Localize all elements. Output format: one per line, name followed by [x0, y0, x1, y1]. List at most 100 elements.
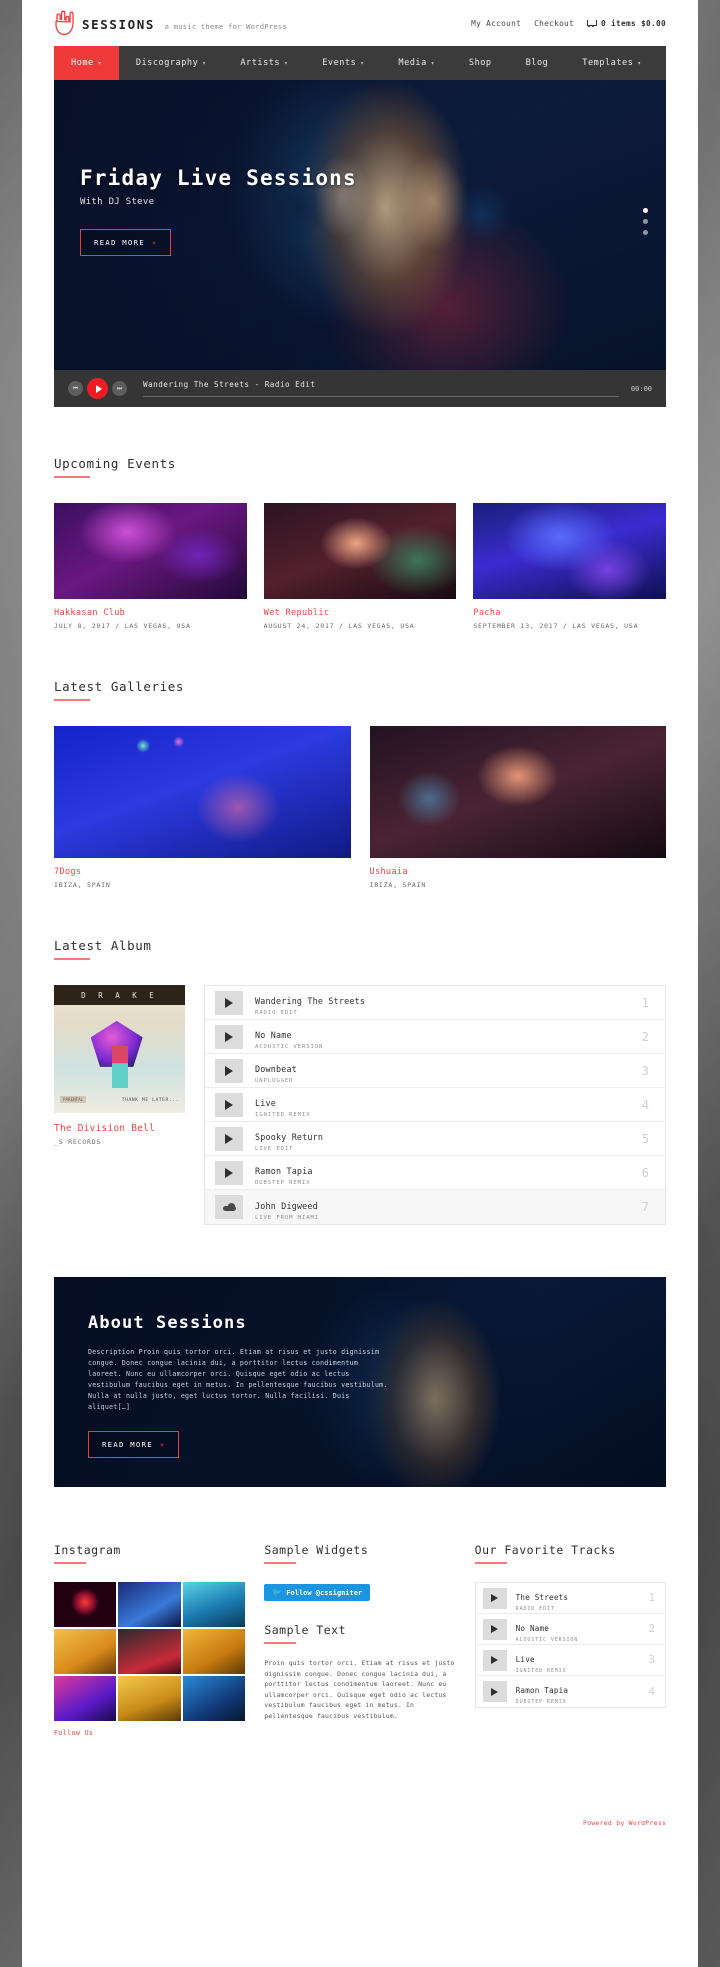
play-icon[interactable] — [482, 1649, 507, 1671]
nav-item-home[interactable]: Home ▾ — [54, 46, 119, 80]
play-icon[interactable] — [215, 1024, 243, 1049]
track-row[interactable]: Live IGNITED REMIX 4 — [205, 1088, 665, 1122]
nav-item-artists[interactable]: Artists ▾ — [223, 46, 305, 80]
chevron-down-icon: ▾ — [430, 59, 435, 67]
instagram-thumb[interactable] — [182, 1582, 246, 1627]
widget-title-favorites: Our Favorite Tracks — [474, 1543, 616, 1564]
play-icon[interactable] — [87, 378, 108, 399]
chevron-down-icon: ▾ — [284, 59, 289, 67]
play-icon[interactable] — [215, 990, 243, 1015]
about-content: About Sessions Description Proin quis to… — [88, 1313, 388, 1458]
event-card[interactable]: Hakkasan Club JULY 8, 2017 / LAS VEGAS, … — [54, 503, 247, 630]
gallery-card[interactable]: Ushuaia IBIZA, SPAIN — [369, 726, 667, 889]
track-number: 4 — [648, 1685, 655, 1698]
footer-credit[interactable]: Powered by WordPress — [583, 1819, 666, 1827]
album-cover-image[interactable]: D R A K E PARENTAL THANK ME LATER... — [54, 985, 185, 1113]
nav-item-media[interactable]: Media ▾ — [381, 46, 452, 80]
hero-dot-3[interactable] — [643, 230, 648, 235]
galleries-grid: 7Dogs IBIZA, SPAIN Ushuaia IBIZA, SPAIN — [54, 726, 666, 889]
track-row[interactable]: Downbeat UNPLUGGED 3 — [205, 1054, 665, 1088]
gallery-name[interactable]: Ushuaia — [370, 867, 667, 877]
event-name[interactable]: Pacha — [473, 608, 666, 618]
instagram-grid — [54, 1582, 246, 1721]
event-meta: SEPTEMBER 13, 2017 / LAS VEGAS, USA — [473, 622, 639, 630]
track-row[interactable]: No Name ACOUSTIC VERSION 2 — [205, 1020, 665, 1054]
section-title-galleries: Latest Galleries — [54, 679, 184, 701]
soundcloud-icon[interactable] — [215, 1195, 243, 1219]
chevron-down-icon: ▾ — [202, 59, 207, 67]
track-name: Wandering The Streets — [255, 996, 366, 1006]
play-icon[interactable] — [482, 1587, 507, 1609]
section-title-events: Upcoming Events — [54, 456, 176, 478]
skip-forward-icon[interactable]: ⏭ — [112, 381, 127, 396]
instagram-thumb[interactable] — [54, 1629, 117, 1674]
link-my-account[interactable]: My Account — [471, 19, 521, 28]
track-version: DUBSTEP REMIX — [515, 1699, 567, 1705]
track-number: 4 — [641, 1097, 649, 1112]
brand-tagline: a music theme for WordPress — [164, 21, 287, 31]
favorite-track-row[interactable]: The Streets RADIO EDIT 1 — [475, 1583, 665, 1614]
instagram-thumb[interactable] — [54, 1582, 117, 1627]
nav-label: Artists — [240, 58, 281, 68]
player-progress-bar[interactable] — [143, 396, 619, 397]
hero-title: Friday Live Sessions — [80, 166, 357, 190]
hero-slider[interactable]: Friday Live Sessions With DJ Steve READ … — [54, 80, 666, 370]
nav-item-templates[interactable]: Templates ▾ — [565, 46, 658, 80]
album-row: D R A K E PARENTAL THANK ME LATER... The… — [54, 985, 666, 1225]
nav-label: Discography — [135, 58, 199, 68]
play-icon[interactable] — [482, 1681, 507, 1702]
nav-item-shop[interactable]: Shop — [452, 46, 509, 80]
event-name[interactable]: Wet Republic — [264, 608, 457, 618]
track-row[interactable]: Spooky Return LIVE EDIT 5 — [205, 1122, 665, 1156]
about-read-more-button[interactable]: READ MORE » — [88, 1431, 180, 1458]
track-number: 2 — [648, 1623, 655, 1635]
cart-summary[interactable]: 0 items $0.00 — [587, 19, 666, 28]
hero-dot-2[interactable] — [643, 219, 648, 224]
play-icon[interactable] — [215, 1160, 243, 1185]
link-checkout[interactable]: Checkout — [534, 19, 574, 28]
site-logo[interactable]: SESSIONS a music theme for WordPress — [54, 10, 287, 36]
instagram-thumb[interactable] — [182, 1676, 246, 1721]
track-row[interactable]: Ramon Tapia DUBSTEP REMIX 6 — [205, 1156, 665, 1190]
play-icon[interactable] — [215, 1126, 243, 1151]
skip-back-icon[interactable]: ⏮ — [68, 381, 83, 396]
instagram-thumb[interactable] — [182, 1629, 246, 1674]
event-image — [473, 503, 667, 599]
hero-dot-1[interactable] — [643, 208, 648, 213]
instagram-thumb[interactable] — [118, 1582, 181, 1627]
favorites-tracklist: The Streets RADIO EDIT 1 No Name ACOUSTI… — [474, 1582, 666, 1708]
gallery-meta: IBIZA, SPAIN — [54, 881, 111, 889]
track-name: The Streets — [515, 1592, 569, 1602]
twitter-bird-icon: 🐦 — [272, 1588, 283, 1597]
play-icon[interactable] — [215, 1092, 243, 1117]
arrow-right-icon: » — [151, 238, 158, 247]
play-icon[interactable] — [482, 1618, 507, 1640]
track-row[interactable]: Wandering The Streets RADIO EDIT 1 — [205, 986, 665, 1020]
nav-item-blog[interactable]: Blog — [509, 46, 566, 80]
hero-pagination[interactable] — [643, 208, 648, 235]
event-name[interactable]: Hakkasan Club — [54, 608, 247, 618]
favorite-track-row[interactable]: Live IGNITED REMIX 3 — [475, 1645, 665, 1676]
instagram-thumb[interactable] — [54, 1676, 117, 1721]
nav-item-events[interactable]: Events ▾ — [305, 46, 381, 80]
twitter-follow-button[interactable]: 🐦 Follow @cssigniter — [264, 1584, 371, 1601]
audio-player[interactable]: ⏮ ⏭ Wandering The Streets - Radio Edit 0… — [54, 370, 666, 407]
play-icon[interactable] — [215, 1058, 243, 1083]
event-card[interactable]: Wet Republic AUGUST 24, 2017 / LAS VEGAS… — [263, 503, 457, 630]
gallery-card[interactable]: 7Dogs IBIZA, SPAIN — [54, 726, 351, 889]
favorite-track-row[interactable]: Ramon Tapia DUBSTEP REMIX 4 — [475, 1676, 665, 1707]
instagram-thumb[interactable] — [118, 1629, 181, 1674]
favorite-track-row[interactable]: No Name ACOUSTIC VERSION 2 — [475, 1614, 665, 1645]
instagram-thumb[interactable] — [118, 1676, 181, 1721]
widget-instagram: Instagram Follow Us — [54, 1539, 246, 1737]
track-row[interactable]: John Digweed LIVE FROM MIAMI 7 — [205, 1190, 665, 1224]
nav-item-discography[interactable]: Discography ▾ — [119, 46, 224, 80]
hero-read-more-button[interactable]: READ MORE » — [80, 229, 172, 256]
instagram-follow-link[interactable]: Follow Us — [54, 1729, 245, 1737]
event-image — [54, 503, 247, 599]
event-card[interactable]: Pacha SEPTEMBER 13, 2017 / LAS VEGAS, US… — [473, 503, 667, 630]
gallery-name[interactable]: 7Dogs — [54, 867, 351, 877]
track-name: John Digweed — [255, 1200, 318, 1211]
album-name[interactable]: The Division Bell — [54, 1123, 185, 1134]
gallery-image — [54, 726, 351, 858]
